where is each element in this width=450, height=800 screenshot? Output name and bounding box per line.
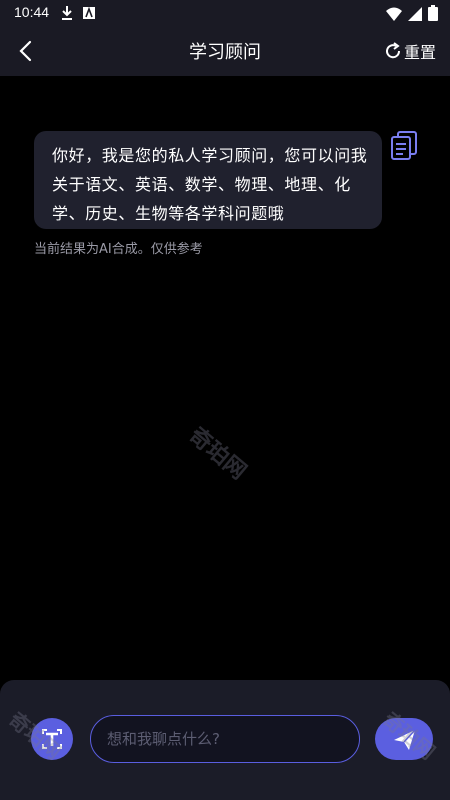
refresh-icon [386,42,400,59]
app-a-icon [82,5,96,25]
screen: 10:44 学习顾问 重置 你好，我是您的私人学习顾问，您可以问我关于语文、英语… [0,0,450,800]
battery-icon [428,5,438,25]
reset-button[interactable]: 重置 [384,38,436,64]
message-input[interactable] [90,715,360,763]
copy-icon [391,131,417,160]
wifi-icon [386,6,402,25]
copy-button[interactable] [390,131,418,161]
chat-area[interactable]: 你好，我是您的私人学习顾问，您可以问我关于语文、英语、数学、物理、地理、化学、历… [0,76,450,680]
page-title: 学习顾问 [189,42,261,63]
assistant-message-bubble: 你好，我是您的私人学习顾问，您可以问我关于语文、英语、数学、物理、地理、化学、历… [34,131,382,229]
watermark: 奇珀网 [184,423,251,485]
status-time: 10:44 [14,4,50,20]
download-icon [60,5,74,25]
reset-label: 重置 [403,43,436,62]
status-bar: 10:44 [0,0,450,26]
composer-bar: 奇珀网 奇珀网 [0,680,450,800]
signal-icon [408,6,422,25]
app-header: 学习顾问 重置 [0,26,450,76]
status-icons [386,5,438,25]
ai-disclaimer: 当前结果为AI合成。仅供参考 [34,242,203,257]
